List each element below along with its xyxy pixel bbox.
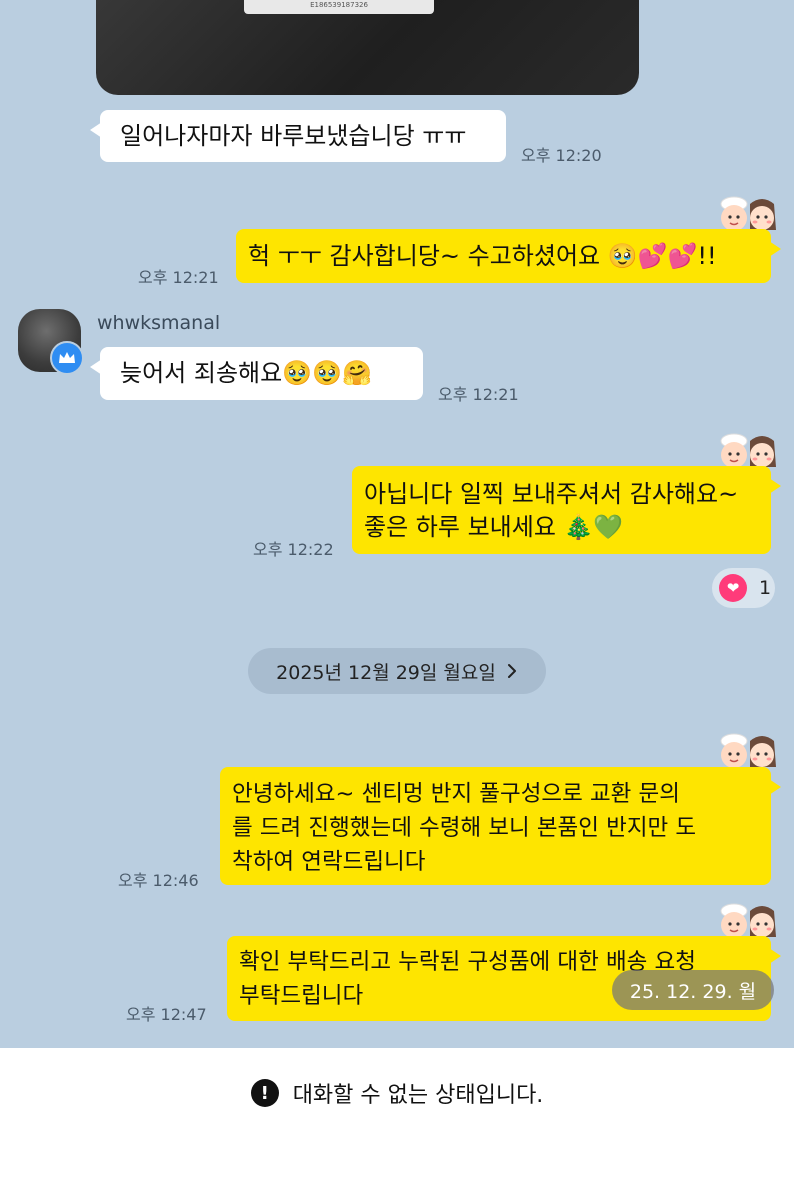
photo-label: E186539187326 <box>244 0 434 14</box>
message-line: 아닙니다 일찍 보내주셔서 감사해요~ <box>364 480 739 508</box>
message-time: 오후 12:46 <box>118 871 199 890</box>
message-bubble-incoming[interactable]: 일어나자마자 바루보냈습니당 ㅠㅠ <box>90 110 506 162</box>
message-time: 오후 12:47 <box>126 1005 207 1024</box>
message-text: 늦어서 죄송해요🥹🥹🤗 <box>120 359 372 387</box>
photo-message[interactable]: E186539187326 <box>96 0 639 95</box>
floating-date-indicator: 25. 12. 29. 월 <box>612 970 774 1010</box>
message-time: 오후 12:21 <box>438 385 519 404</box>
message-line: 착하여 연락드립니다 <box>232 849 426 875</box>
bubble-tail <box>90 122 102 138</box>
message-time: 오후 12:20 <box>521 146 602 165</box>
chevron-right-icon <box>507 664 516 678</box>
message-text: 헉 ㅜㅜ 감사합니당~ 수고하셨어요 🥹💕💕!! <box>248 242 717 270</box>
bubble-tail <box>769 779 781 795</box>
date-divider[interactable]: 2025년 12월 29일 월요일 <box>248 648 546 694</box>
bubble-tail <box>769 478 781 494</box>
sender-name: whwksmanal <box>97 312 221 334</box>
message-time: 오후 12:22 <box>253 540 334 559</box>
bubble-tail <box>769 948 781 964</box>
message-line: 를 드려 진행했는데 수령해 보니 본품인 반지만 도 <box>232 815 697 841</box>
chat-area[interactable]: E186539187326 일어나자마자 바루보냈습니당 ㅠㅠ 오후 12:20 <box>0 0 794 1048</box>
reaction-count: 1 <box>759 577 772 599</box>
message-line: 좋은 하루 보내세요 🎄💚 <box>364 513 624 541</box>
bubble-tail <box>90 359 102 375</box>
message-line: 안녕하세요~ 센티멍 반지 풀구성으로 교환 문의 <box>232 781 680 807</box>
message-bubble-outgoing[interactable]: 안녕하세요~ 센티멍 반지 풀구성으로 교환 문의 를 드려 진행했는데 수령해… <box>220 767 781 885</box>
message-bubble-outgoing[interactable]: 헉 ㅜㅜ 감사합니당~ 수고하셨어요 🥹💕💕!! <box>236 229 781 283</box>
exclamation-icon: ! <box>250 1079 279 1107</box>
message-time: 오후 12:21 <box>138 268 219 287</box>
bubble-tail <box>769 241 781 257</box>
status-text: 대화할 수 없는 상태입니다. <box>292 1083 544 1108</box>
chat-unavailable-banner: ! 대화할 수 없는 상태입니다. <box>0 1048 794 1138</box>
message-bubble-outgoing[interactable]: 아닙니다 일찍 보내주셔서 감사해요~ 좋은 하루 보내세요 🎄💚 <box>352 466 781 554</box>
crown-icon <box>50 341 84 375</box>
reaction-badge[interactable]: ❤ 1 <box>712 568 775 608</box>
heart-icon: ❤ <box>719 574 747 602</box>
message-bubble-incoming[interactable]: 늦어서 죄송해요🥹🥹🤗 <box>90 347 423 400</box>
message-text: 일어나자마자 바루보냈습니당 ㅠㅠ <box>120 122 467 150</box>
date-label: 2025년 12월 29일 월요일 <box>276 661 496 684</box>
